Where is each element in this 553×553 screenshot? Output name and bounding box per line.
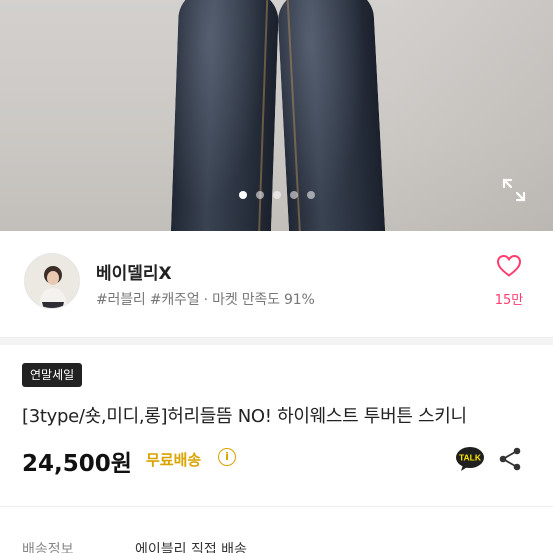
carousel-dot[interactable] bbox=[289, 191, 298, 199]
carousel-dot[interactable] bbox=[238, 191, 247, 199]
seller-tags: #러블리 #캐주얼 · 마켓 만족도 91% bbox=[96, 292, 315, 308]
heart-icon[interactable] bbox=[486, 254, 532, 282]
talk-label: TALK bbox=[459, 453, 482, 463]
like-count: 15만 bbox=[494, 293, 524, 308]
kakao-talk-icon[interactable]: TALK bbox=[455, 446, 485, 472]
carousel-indicator bbox=[0, 191, 553, 199]
share-icon[interactable] bbox=[497, 446, 523, 472]
seller-name[interactable]: 베이델리X bbox=[96, 259, 172, 284]
product-image[interactable] bbox=[0, 0, 553, 231]
delivery-label: 배송정보 bbox=[22, 542, 74, 553]
seller-section bbox=[0, 231, 553, 336]
product-price: 24,500원 bbox=[22, 451, 132, 477]
expand-icon[interactable] bbox=[501, 177, 527, 203]
carousel-dot[interactable] bbox=[255, 191, 264, 199]
row-divider bbox=[0, 506, 553, 507]
section-divider bbox=[0, 337, 553, 345]
carousel-dot[interactable] bbox=[306, 191, 315, 199]
sale-badge: 연말세일 bbox=[22, 363, 83, 387]
product-title: [3type/숏,미디,롱]허리들뜸 NO! 하이웨스트 투버튼 스키니 bbox=[22, 406, 467, 427]
free-shipping-label: 무료배송 bbox=[146, 451, 202, 469]
carousel-dot[interactable] bbox=[272, 191, 281, 199]
seller-avatar[interactable] bbox=[24, 253, 80, 309]
info-icon[interactable]: i bbox=[218, 448, 236, 466]
delivery-value: 에이블리 직접 배송 bbox=[135, 542, 247, 553]
